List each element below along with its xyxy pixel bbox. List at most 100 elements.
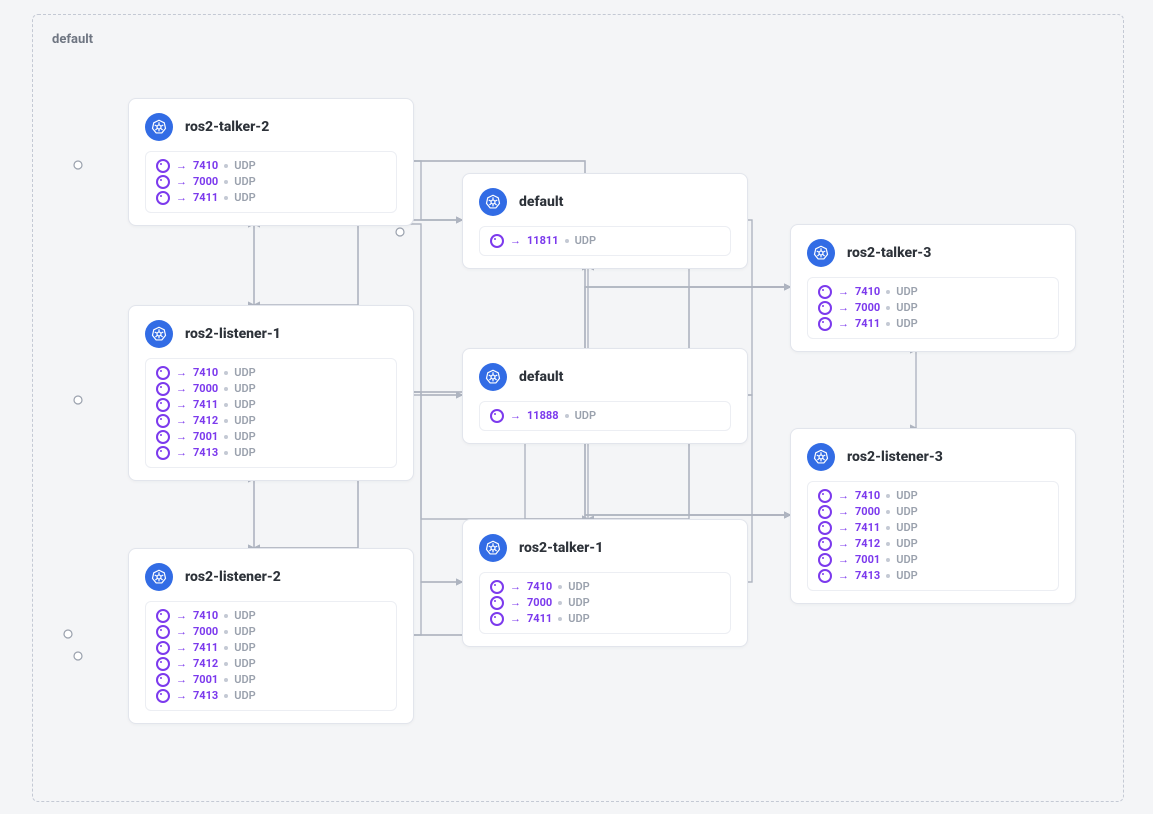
separator-dot-icon: [224, 387, 228, 391]
separator-dot-icon: [224, 646, 228, 650]
port-row[interactable]: →7000UDP: [156, 381, 386, 397]
arrow-right-icon: →: [838, 316, 849, 332]
port-row[interactable]: →7412UDP: [818, 536, 1048, 552]
node-header: ros2-listener-1: [145, 320, 397, 348]
target-icon: [818, 505, 832, 519]
separator-dot-icon: [224, 419, 228, 423]
separator-dot-icon: [224, 614, 228, 618]
port-protocol: UDP: [234, 158, 255, 174]
target-icon: [156, 382, 170, 396]
port-row[interactable]: →7413UDP: [156, 688, 386, 704]
port-row[interactable]: →7000UDP: [156, 624, 386, 640]
arrow-right-icon: →: [176, 624, 187, 640]
arrow-right-icon: →: [838, 488, 849, 504]
port-protocol: UDP: [896, 300, 917, 316]
arrow-right-icon: →: [510, 611, 521, 627]
arrow-right-icon: →: [176, 688, 187, 704]
port-row[interactable]: →7410UDP: [818, 284, 1048, 300]
diagram-canvas[interactable]: default ros2-talker-2→7410UDP→7000UDP→74…: [0, 0, 1153, 814]
port-protocol: UDP: [234, 381, 255, 397]
arrow-right-icon: →: [176, 656, 187, 672]
separator-dot-icon: [886, 306, 890, 310]
port-number: 11811: [527, 233, 559, 249]
port-row[interactable]: →7410UDP: [156, 608, 386, 624]
port-protocol: UDP: [234, 190, 255, 206]
node-talker3[interactable]: ros2-talker-3→7410UDP→7000UDP→7411UDP: [790, 224, 1076, 352]
port-number: 7410: [855, 488, 880, 504]
port-row[interactable]: →7410UDP: [490, 579, 720, 595]
separator-dot-icon: [886, 494, 890, 498]
node-talker2[interactable]: ros2-talker-2→7410UDP→7000UDP→7411UDP: [128, 98, 414, 226]
port-protocol: UDP: [568, 611, 589, 627]
arrow-right-icon: →: [510, 595, 521, 611]
port-protocol: UDP: [234, 174, 255, 190]
separator-dot-icon: [558, 601, 562, 605]
node-title: default: [519, 369, 563, 385]
port-row[interactable]: →7000UDP: [490, 595, 720, 611]
port-row[interactable]: → 11811 UDP: [490, 233, 720, 249]
port-row[interactable]: →7411UDP: [818, 520, 1048, 536]
port-number: 7410: [193, 608, 218, 624]
port-row[interactable]: →7411UDP: [156, 397, 386, 413]
arrow-right-icon: →: [176, 672, 187, 688]
node-talker1[interactable]: ros2-talker-1→7410UDP→7000UDP→7411UDP: [462, 519, 748, 647]
port-protocol: UDP: [896, 520, 917, 536]
node-default1[interactable]: default → 11811 UDP: [462, 173, 748, 269]
separator-dot-icon: [565, 239, 569, 243]
port-row[interactable]: →7411UDP: [156, 640, 386, 656]
arrow-right-icon: →: [838, 536, 849, 552]
port-row[interactable]: →7410UDP: [156, 365, 386, 381]
port-row[interactable]: →7412UDP: [156, 656, 386, 672]
node-header: ros2-listener-3: [807, 443, 1059, 471]
port-row[interactable]: →7000UDP: [818, 300, 1048, 316]
port-row[interactable]: →7413UDP: [156, 445, 386, 461]
port-row[interactable]: →11888UDP: [490, 408, 720, 424]
port-row[interactable]: →7411UDP: [490, 611, 720, 627]
arrow-right-icon: →: [176, 608, 187, 624]
node-listener1[interactable]: ros2-listener-1→7410UDP→7000UDP→7411UDP→…: [128, 305, 414, 481]
node-listener3[interactable]: ros2-listener-3→7410UDP→7000UDP→7411UDP→…: [790, 428, 1076, 604]
separator-dot-icon: [886, 510, 890, 514]
port-row[interactable]: →7001UDP: [156, 672, 386, 688]
port-row[interactable]: →7411UDP: [156, 190, 386, 206]
port-row[interactable]: →7411UDP: [818, 316, 1048, 332]
port-row[interactable]: →7413UDP: [818, 568, 1048, 584]
port-row[interactable]: →7412UDP: [156, 413, 386, 429]
target-icon: [156, 689, 170, 703]
port-row[interactable]: →7001UDP: [156, 429, 386, 445]
port-row[interactable]: →7410UDP: [156, 158, 386, 174]
port-number: 7411: [193, 640, 218, 656]
separator-dot-icon: [565, 414, 569, 418]
port-number: 7413: [193, 445, 218, 461]
port-protocol: UDP: [575, 233, 596, 249]
arrow-right-icon: →: [510, 408, 521, 424]
port-row[interactable]: →7000UDP: [156, 174, 386, 190]
port-number: 7411: [193, 190, 218, 206]
port-protocol: UDP: [234, 365, 255, 381]
arrow-right-icon: →: [510, 233, 521, 249]
port-row[interactable]: →7410UDP: [818, 488, 1048, 504]
arrow-right-icon: →: [176, 640, 187, 656]
target-icon: [490, 234, 504, 248]
node-header: ros2-talker-2: [145, 113, 397, 141]
port-row[interactable]: →7000UDP: [818, 504, 1048, 520]
port-number: 7001: [193, 672, 218, 688]
separator-dot-icon: [224, 630, 228, 634]
node-header: default: [479, 188, 731, 216]
target-icon: [156, 657, 170, 671]
target-icon: [156, 175, 170, 189]
node-default2[interactable]: default →11888UDP: [462, 348, 748, 444]
ports-box: →7410UDP→7000UDP→7411UDP→7412UDP→7001UDP…: [145, 601, 397, 711]
port-protocol: UDP: [234, 397, 255, 413]
port-protocol: UDP: [896, 316, 917, 332]
arrow-right-icon: →: [838, 520, 849, 536]
port-protocol: UDP: [896, 552, 917, 568]
port-row[interactable]: →7001UDP: [818, 552, 1048, 568]
target-icon: [156, 641, 170, 655]
separator-dot-icon: [224, 196, 228, 200]
target-icon: [818, 317, 832, 331]
node-listener2[interactable]: ros2-listener-2→7410UDP→7000UDP→7411UDP→…: [128, 548, 414, 724]
arrow-right-icon: →: [838, 552, 849, 568]
arrow-right-icon: →: [176, 397, 187, 413]
port-protocol: UDP: [234, 688, 255, 704]
